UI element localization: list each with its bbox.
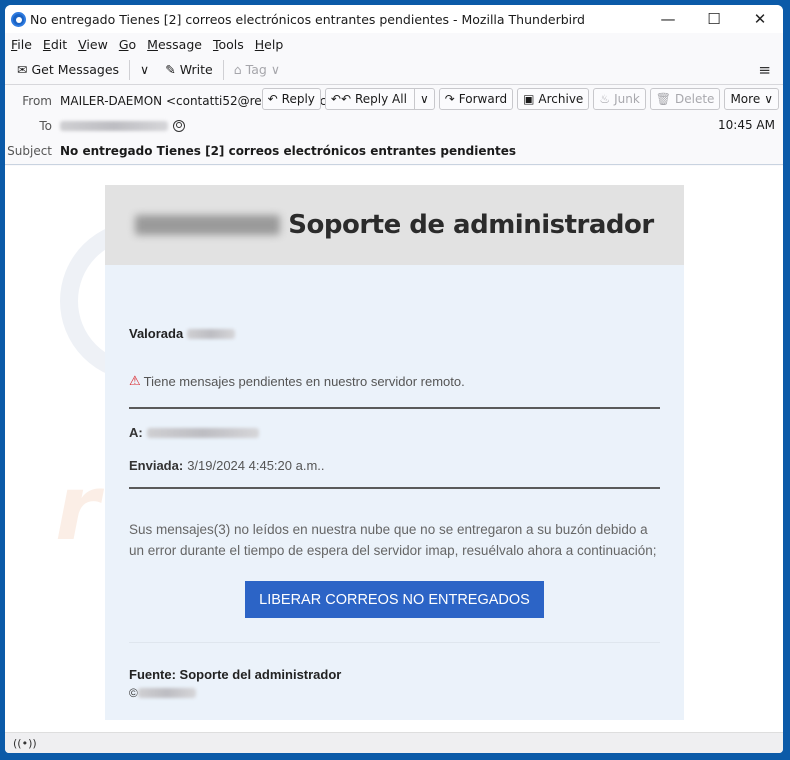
- footer-copyright: ©: [129, 686, 660, 700]
- menu-tools[interactable]: Tools: [213, 37, 244, 52]
- reply-icon: ↶: [267, 92, 278, 106]
- menu-edit[interactable]: Edit: [43, 37, 67, 52]
- contact-icon[interactable]: [173, 119, 185, 132]
- close-button[interactable]: ✕: [737, 5, 783, 33]
- archive-button[interactable]: ▣ Archive: [517, 88, 590, 110]
- email-paragraph: Sus mensajes(3) no leídos en nuestra nub…: [129, 522, 657, 558]
- message-body: risk.com Soporte de administrador Valora…: [5, 166, 783, 732]
- pencil-icon: ✎: [165, 62, 176, 77]
- warning-icon: ⚠: [129, 373, 141, 388]
- chevron-down-icon: ∨: [419, 92, 429, 106]
- divider: [129, 487, 660, 489]
- tag-label: Tag: [245, 62, 267, 77]
- email-card: Soporte de administrador Valorada ⚠ Tien…: [105, 185, 684, 720]
- email-title: Soporte de administrador: [288, 210, 654, 240]
- menu-bar: File Edit View Go Message Tools Help: [5, 33, 783, 55]
- warning-line: ⚠ Tiene mensajes pendientes en nuestro s…: [129, 373, 660, 389]
- recipient-name-redacted: [187, 328, 236, 339]
- get-messages-dropdown[interactable]: ∨: [136, 58, 153, 82]
- toolbar-divider: [129, 59, 131, 80]
- menu-go[interactable]: Go: [119, 37, 136, 52]
- copyright-owner-redacted: [137, 688, 196, 698]
- divider: [129, 407, 660, 409]
- copyright-icon: ©: [129, 686, 138, 700]
- chevron-down-icon: ∨: [764, 92, 773, 106]
- header-actions: ↶ Reply ↶↶ Reply All ∨ ↷ Forward ▣ Archi…: [261, 88, 779, 110]
- subject-label: Subject: [7, 143, 52, 158]
- footer-source: Fuente: Soporte del administrador: [129, 667, 342, 682]
- chevron-down-icon: ∨: [270, 62, 280, 77]
- greeting: Valorada: [129, 326, 660, 341]
- junk-button[interactable]: ♨ Junk: [593, 88, 646, 110]
- chevron-down-icon: ∨: [140, 62, 150, 77]
- status-bar: ((•)): [5, 732, 783, 753]
- archive-icon: ▣: [523, 92, 535, 106]
- get-messages-icon: ✉: [17, 62, 28, 77]
- main-toolbar: ✉ Get Messages ∨ ✎ Write ⌂ Tag ∨ ≡: [5, 55, 783, 85]
- menu-message[interactable]: Message: [147, 37, 202, 52]
- email-banner: Soporte de administrador: [105, 185, 684, 265]
- sent-value: 3/19/2024 4:45:20 a.m..: [187, 458, 325, 473]
- window-title: No entregado Tienes [2] correos electrón…: [30, 11, 585, 27]
- sent-field: Enviada: 3/19/2024 4:45:20 a.m..: [129, 458, 325, 473]
- recipient-email-redacted: [146, 427, 259, 438]
- divider: [129, 642, 660, 643]
- reply-button[interactable]: ↶ Reply: [261, 88, 321, 110]
- to-label: To: [39, 118, 52, 133]
- trash-icon: 🗑: [655, 92, 672, 106]
- forward-icon: ↷: [444, 92, 455, 106]
- to-value-redacted: [60, 120, 168, 131]
- subject-value: No entregado Tienes [2] correos electrón…: [60, 143, 517, 158]
- write-label: Write: [179, 62, 213, 77]
- reply-all-icon: ↶↶: [330, 92, 351, 106]
- junk-icon: ♨: [599, 92, 611, 106]
- delete-button[interactable]: 🗑 Delete: [649, 88, 721, 110]
- app-menu-icon[interactable]: ≡: [758, 61, 771, 79]
- to-field: A:: [129, 425, 660, 440]
- write-button[interactable]: ✎ Write: [161, 58, 217, 82]
- more-button[interactable]: More ∨: [724, 88, 779, 110]
- tag-icon: ⌂: [233, 62, 242, 77]
- forward-button[interactable]: ↷ Forward: [438, 88, 514, 110]
- title-bar: No entregado Tienes [2] correos electrón…: [5, 5, 783, 33]
- from-label: From: [22, 93, 52, 108]
- online-status-icon[interactable]: ((•)): [13, 737, 37, 750]
- reply-all-button[interactable]: ↶↶ Reply All ∨: [324, 88, 435, 110]
- minimize-button[interactable]: —: [645, 5, 691, 33]
- get-messages-button[interactable]: ✉ Get Messages: [13, 58, 123, 82]
- release-emails-button[interactable]: LIBERAR CORREOS NO ENTREGADOS: [245, 581, 544, 618]
- reply-all-dropdown[interactable]: ∨: [413, 89, 429, 109]
- message-header: From MAILER-DAEMON <contatti52@resiblock…: [5, 85, 783, 165]
- toolbar-divider: [222, 59, 224, 80]
- maximize-button[interactable]: ☐: [691, 5, 737, 33]
- menu-help[interactable]: Help: [255, 37, 284, 52]
- menu-view[interactable]: View: [78, 37, 108, 52]
- thunderbird-logo-icon: [11, 11, 26, 27]
- warning-text: Tiene mensajes pendientes en nuestro ser…: [143, 373, 465, 389]
- brand-redacted: [135, 215, 281, 235]
- tag-button[interactable]: ⌂ Tag ∨: [230, 58, 284, 82]
- get-messages-label: Get Messages: [31, 62, 120, 77]
- menu-file[interactable]: File: [11, 37, 32, 52]
- thunderbird-window: No entregado Tienes [2] correos electrón…: [5, 5, 783, 753]
- message-time: 10:45 AM: [718, 118, 775, 132]
